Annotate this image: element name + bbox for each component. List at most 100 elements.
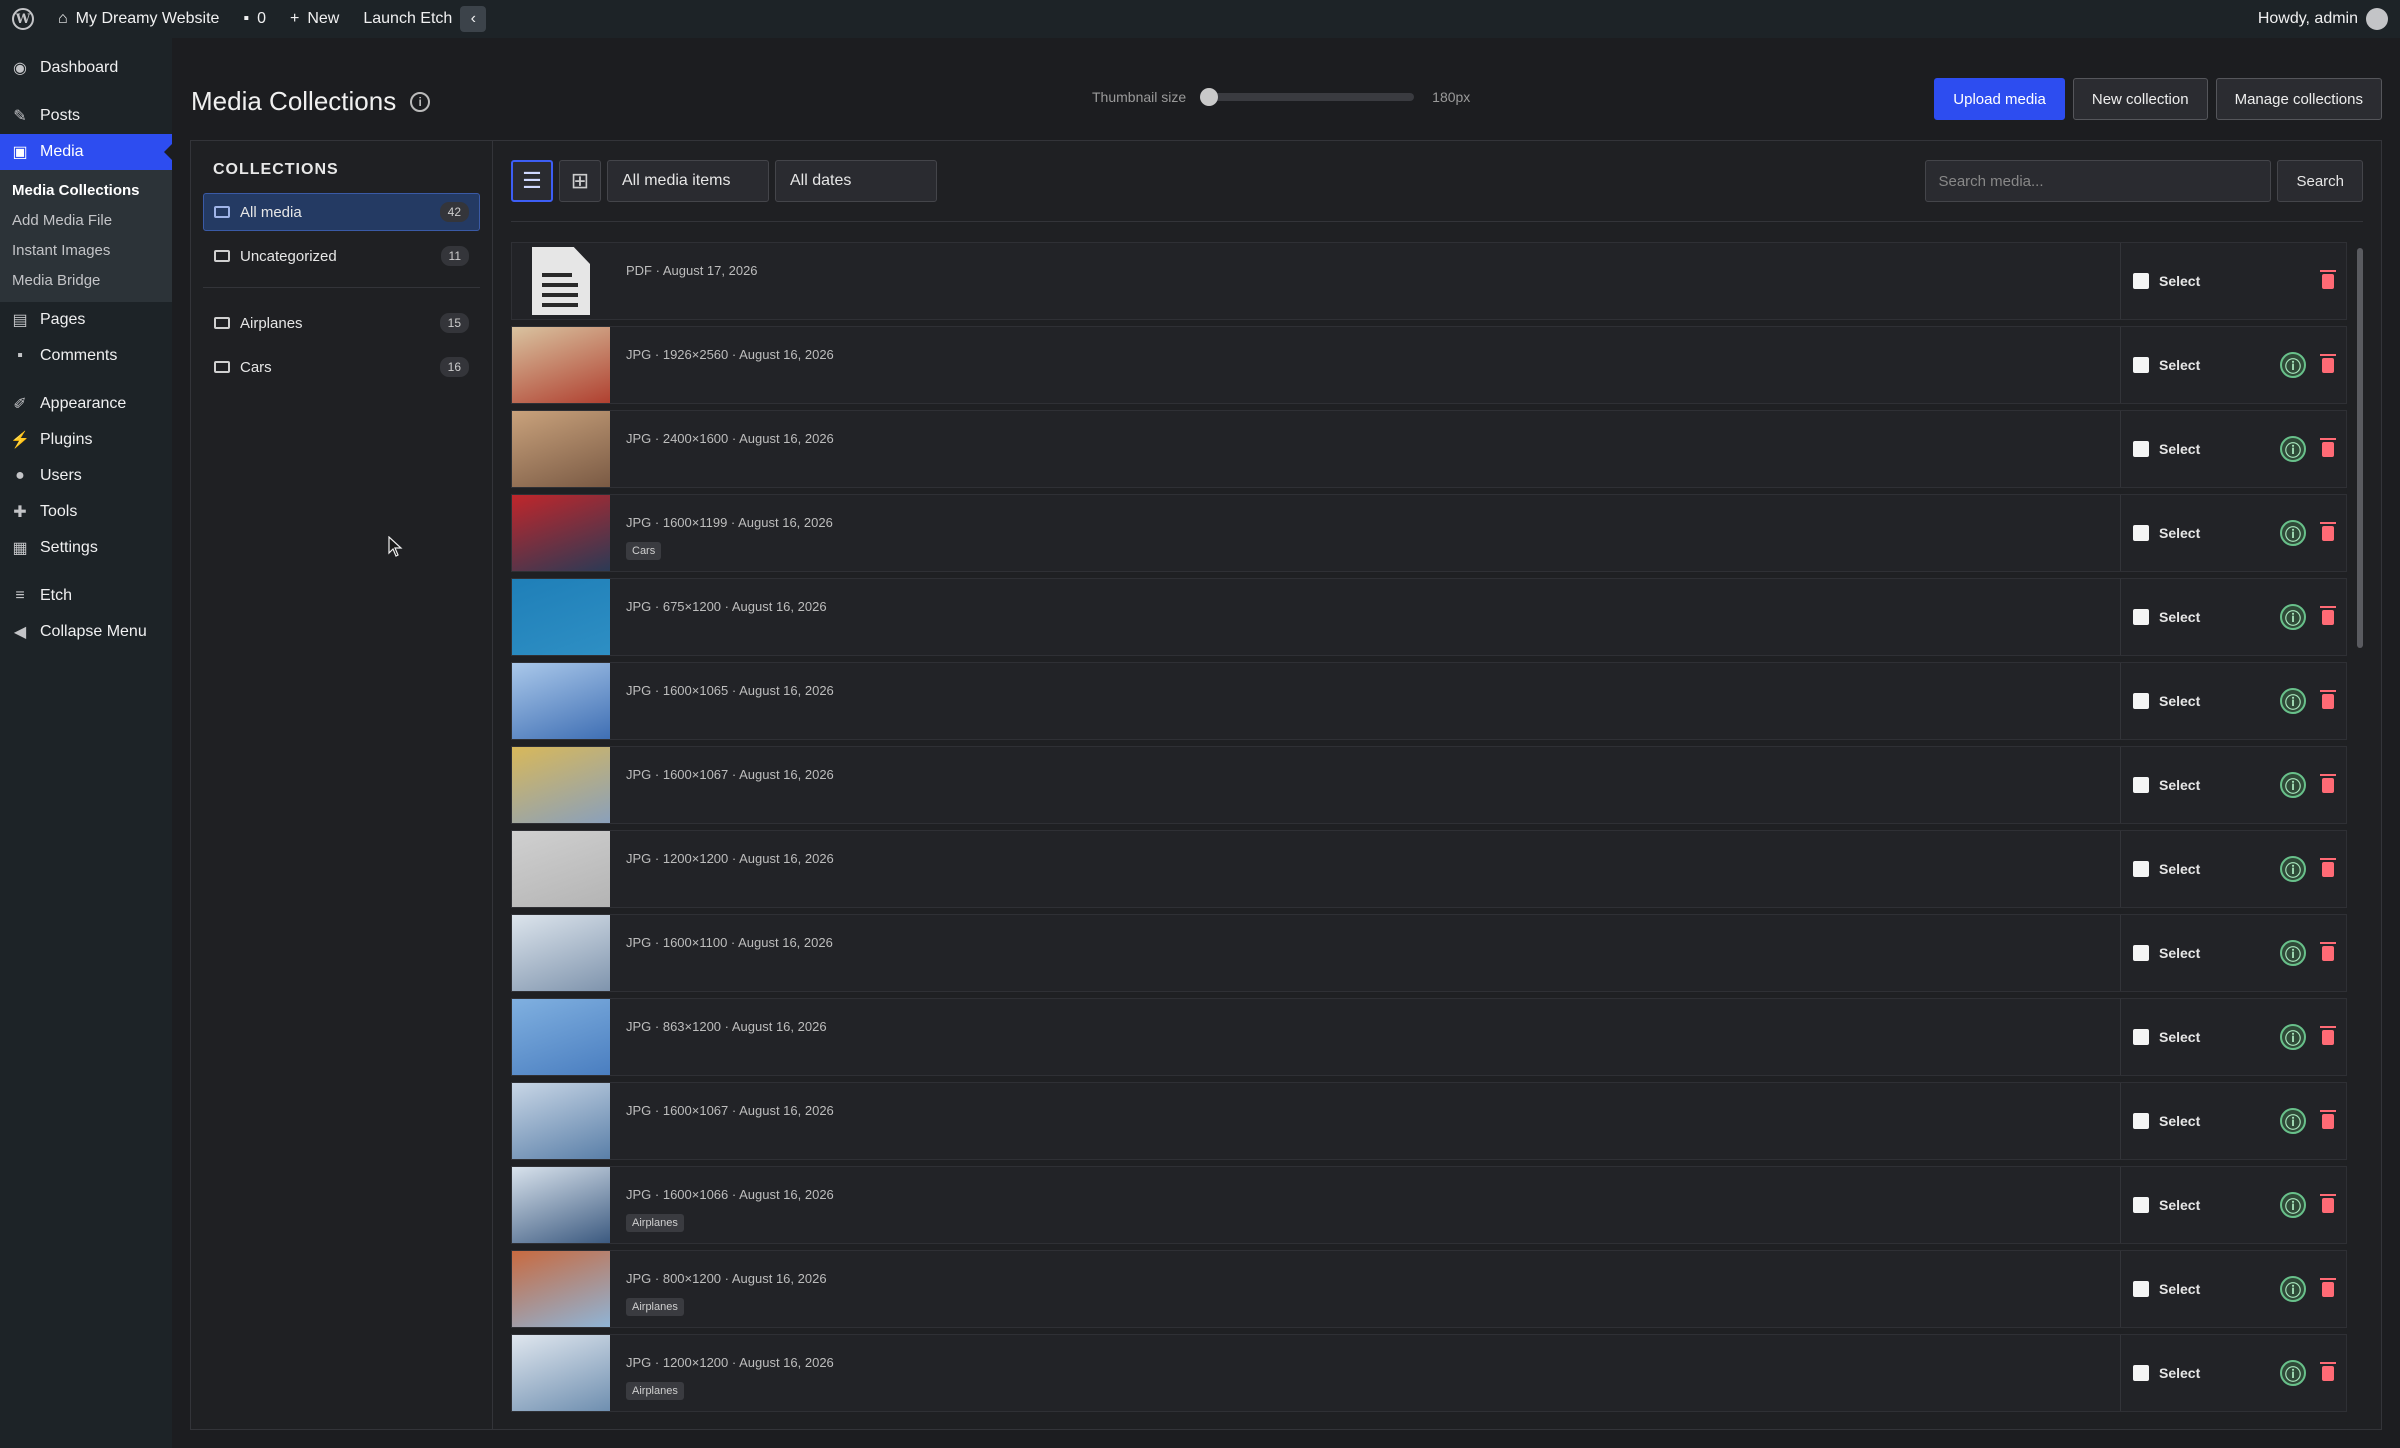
- image-thumbnail[interactable]: [512, 411, 610, 487]
- submenu-media-bridge[interactable]: Media Bridge: [0, 266, 172, 296]
- select-label[interactable]: Select: [2159, 525, 2200, 541]
- image-thumbnail[interactable]: [512, 327, 610, 403]
- collection-all-media[interactable]: All media 42: [203, 193, 480, 231]
- collection-uncategorized[interactable]: Uncategorized 11: [203, 237, 480, 275]
- select-checkbox[interactable]: [2133, 693, 2149, 709]
- select-label[interactable]: Select: [2159, 1281, 2200, 1297]
- trash-icon[interactable]: [2320, 857, 2336, 877]
- site-name-link[interactable]: ⌂ My Dreamy Website: [46, 0, 231, 38]
- submenu-add-media-file[interactable]: Add Media File: [0, 206, 172, 236]
- accessibility-icon[interactable]: ⓘ: [2280, 520, 2306, 546]
- select-label[interactable]: Select: [2159, 861, 2200, 877]
- select-label[interactable]: Select: [2159, 1365, 2200, 1381]
- accessibility-icon[interactable]: ⓘ: [2280, 688, 2306, 714]
- new-content-link[interactable]: + New: [278, 0, 351, 38]
- sidebar-item-users[interactable]: ● Users: [0, 458, 172, 494]
- media-row[interactable]: JPG · 2400×1600 · August 16, 2026 Select ⓘ: [511, 410, 2347, 488]
- trash-icon[interactable]: [2320, 1025, 2336, 1045]
- image-thumbnail[interactable]: [512, 747, 610, 823]
- select-checkbox[interactable]: [2133, 1281, 2149, 1297]
- sidebar-item-media[interactable]: ▣ Media: [0, 134, 172, 170]
- image-thumbnail[interactable]: [512, 579, 610, 655]
- account-menu[interactable]: Howdy, admin: [2246, 0, 2400, 38]
- list-view-button[interactable]: ☰: [511, 160, 553, 202]
- sidebar-item-plugins[interactable]: ⚡ Plugins: [0, 422, 172, 458]
- media-row[interactable]: JPG · 1200×1200 · August 16, 2026 Airplan…: [511, 1334, 2347, 1412]
- select-checkbox[interactable]: [2133, 1113, 2149, 1129]
- accessibility-icon[interactable]: ⓘ: [2280, 604, 2306, 630]
- info-icon[interactable]: i: [410, 91, 431, 112]
- sidebar-collapse-menu[interactable]: ◀ Collapse Menu: [0, 614, 172, 650]
- select-label[interactable]: Select: [2159, 1113, 2200, 1129]
- trash-icon[interactable]: [2320, 1109, 2336, 1129]
- select-label[interactable]: Select: [2159, 609, 2200, 625]
- select-label[interactable]: Select: [2159, 1197, 2200, 1213]
- trash-icon[interactable]: [2320, 941, 2336, 961]
- trash-icon[interactable]: [2320, 773, 2336, 793]
- upload-media-button[interactable]: Upload media: [1934, 78, 2065, 120]
- select-checkbox[interactable]: [2133, 1197, 2149, 1213]
- media-type-select[interactable]: All media items: [607, 160, 769, 202]
- search-input[interactable]: Search media...: [1925, 160, 2272, 202]
- thumbnail-size-slider[interactable]: [1200, 88, 1415, 106]
- sidebar-item-etch[interactable]: ≡ Etch: [0, 578, 172, 614]
- launch-etch-link[interactable]: Launch Etch ‹: [351, 0, 498, 38]
- accessibility-icon[interactable]: ⓘ: [2280, 1108, 2306, 1134]
- image-thumbnail[interactable]: [512, 831, 610, 907]
- accessibility-icon[interactable]: ⓘ: [2280, 1192, 2306, 1218]
- accessibility-icon[interactable]: ⓘ: [2280, 856, 2306, 882]
- media-row[interactable]: JPG · 1926×2560 · August 16, 2026 Select ⓘ: [511, 326, 2347, 404]
- image-thumbnail[interactable]: [512, 999, 610, 1075]
- submenu-media-collections[interactable]: Media Collections: [0, 176, 172, 206]
- sidebar-item-pages[interactable]: ▤ Pages: [0, 302, 172, 338]
- media-row[interactable]: JPG · 1600×1066 · August 16, 2026 Airplan…: [511, 1166, 2347, 1244]
- slider-knob[interactable]: [1200, 88, 1219, 106]
- select-checkbox[interactable]: [2133, 441, 2149, 457]
- trash-icon[interactable]: [2320, 1193, 2336, 1213]
- select-checkbox[interactable]: [2133, 1365, 2149, 1381]
- new-collection-button[interactable]: New collection: [2072, 78, 2208, 120]
- search-button[interactable]: Search: [2277, 160, 2363, 202]
- chevron-left-icon[interactable]: ‹: [460, 6, 487, 32]
- select-checkbox[interactable]: [2133, 1029, 2149, 1045]
- media-row[interactable]: JPG · 1600×1067 · August 16, 2026 Select ⓘ: [511, 746, 2347, 824]
- trash-icon[interactable]: [2320, 521, 2336, 541]
- trash-icon[interactable]: [2320, 1361, 2336, 1381]
- select-label[interactable]: Select: [2159, 357, 2200, 373]
- trash-icon[interactable]: [2320, 605, 2336, 625]
- list-scrollbar[interactable]: [2357, 248, 2363, 648]
- trash-icon[interactable]: [2320, 689, 2336, 709]
- media-row[interactable]: JPG · 1600×1199 · August 16, 2026 Cars Sel…: [511, 494, 2347, 572]
- sidebar-item-settings[interactable]: ▦ Settings: [0, 530, 172, 566]
- accessibility-icon[interactable]: ⓘ: [2280, 940, 2306, 966]
- media-row[interactable]: JPG · 863×1200 · August 16, 2026 Select ⓘ: [511, 998, 2347, 1076]
- image-thumbnail[interactable]: [512, 1083, 610, 1159]
- select-checkbox[interactable]: [2133, 357, 2149, 373]
- media-row[interactable]: JPG · 1600×1067 · August 16, 2026 Select ⓘ: [511, 1082, 2347, 1160]
- image-thumbnail[interactable]: [512, 1167, 610, 1243]
- wordpress-logo-button[interactable]: W: [0, 0, 46, 38]
- select-checkbox[interactable]: [2133, 777, 2149, 793]
- accessibility-icon[interactable]: ⓘ: [2280, 436, 2306, 462]
- submenu-instant-images[interactable]: Instant Images: [0, 236, 172, 266]
- trash-icon[interactable]: [2320, 1277, 2336, 1297]
- select-checkbox[interactable]: [2133, 861, 2149, 877]
- media-row[interactable]: JPG · 1600×1100 · August 16, 2026 Select ⓘ: [511, 914, 2347, 992]
- select-checkbox[interactable]: [2133, 273, 2149, 289]
- sidebar-item-comments[interactable]: ▪ Comments: [0, 338, 172, 374]
- image-thumbnail[interactable]: [512, 495, 610, 571]
- media-row[interactable]: JPG · 675×1200 · August 16, 2026 Select ⓘ: [511, 578, 2347, 656]
- collection-airplanes[interactable]: Airplanes 15: [203, 304, 480, 342]
- select-label[interactable]: Select: [2159, 273, 2200, 289]
- grid-view-button[interactable]: ⊞: [559, 160, 601, 202]
- image-thumbnail[interactable]: [512, 663, 610, 739]
- image-thumbnail[interactable]: [512, 915, 610, 991]
- accessibility-icon[interactable]: ⓘ: [2280, 352, 2306, 378]
- image-thumbnail[interactable]: [512, 1335, 610, 1411]
- accessibility-icon[interactable]: ⓘ: [2280, 1360, 2306, 1386]
- media-row[interactable]: JPG · 1200×1200 · August 16, 2026 Select ⓘ: [511, 830, 2347, 908]
- media-row[interactable]: JPG · 800×1200 · August 16, 2026 Airplane…: [511, 1250, 2347, 1328]
- select-checkbox[interactable]: [2133, 609, 2149, 625]
- trash-icon[interactable]: [2320, 353, 2336, 373]
- select-label[interactable]: Select: [2159, 777, 2200, 793]
